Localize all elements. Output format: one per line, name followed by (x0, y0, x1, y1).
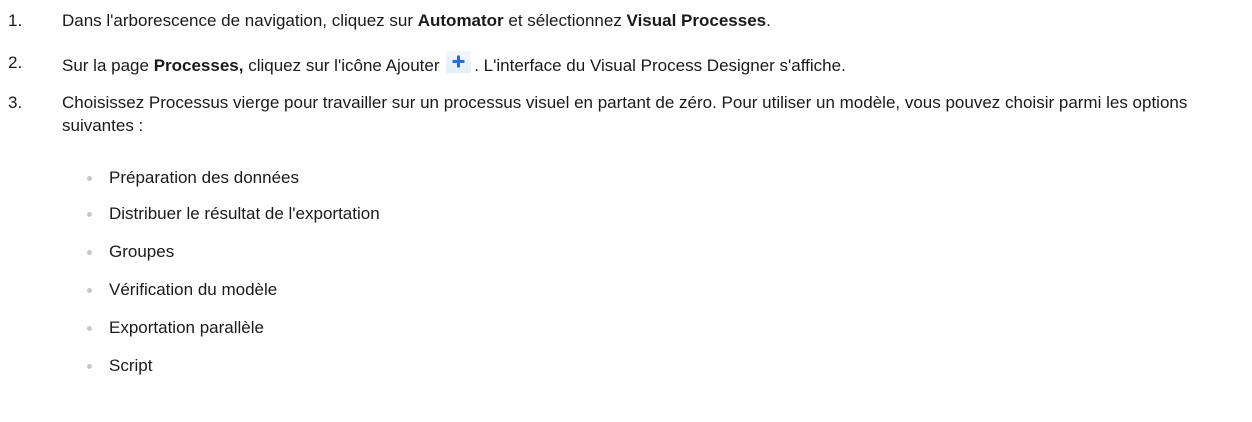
step-2-text-c: . L'interface du Visual Process Designer… (474, 56, 846, 75)
bullet-dot-icon (87, 212, 92, 217)
option-label: Script (109, 356, 153, 375)
step-1-text-b: et sélectionnez (503, 11, 627, 30)
bullet-dot-icon (87, 250, 92, 255)
option-label: Distribuer le résultat de l'exportation (109, 204, 380, 223)
bullet-dot-icon (87, 176, 92, 181)
bullet-dot-icon (87, 326, 92, 331)
option-label: Exportation parallèle (109, 318, 264, 337)
step-1-text-c: . (766, 11, 771, 30)
step-number: 3. (8, 93, 23, 112)
list-item: Vérification du modèle (0, 278, 1252, 302)
list-item: Exportation parallèle (0, 316, 1252, 340)
option-label: Groupes (109, 242, 175, 261)
bullet-dot-icon (87, 364, 92, 369)
step-text: Sur la page Processes, cliquez sur l'icô… (62, 51, 1247, 77)
step-2-text-b: cliquez sur l'icône Ajouter (243, 56, 445, 75)
step-text: Choisissez Processus vierge pour travail… (62, 93, 1188, 135)
list-item: Groupes (0, 240, 1252, 264)
list-item: Distribuer le résultat de l'exportation (0, 202, 1252, 226)
visual-processes-term: Visual Processes (626, 11, 767, 30)
add-plus-icon (446, 51, 472, 73)
option-label: Préparation des données (109, 168, 299, 187)
option-label: Vérification du modèle (109, 280, 278, 299)
step-2-text-a: Sur la page (62, 56, 154, 75)
list-item: Préparation des données (0, 166, 1252, 190)
list-item: Script (0, 354, 1252, 378)
step-text: Dans l'arborescence de navigation, cliqu… (62, 9, 1247, 32)
step-number: 1. (8, 11, 23, 30)
processes-term: Processes, (153, 56, 244, 75)
step-1-text-a: Dans l'arborescence de navigation, cliqu… (62, 11, 418, 30)
automator-term: Automator (417, 11, 504, 30)
step-number: 2. (8, 53, 23, 72)
bullet-dot-icon (87, 288, 92, 293)
